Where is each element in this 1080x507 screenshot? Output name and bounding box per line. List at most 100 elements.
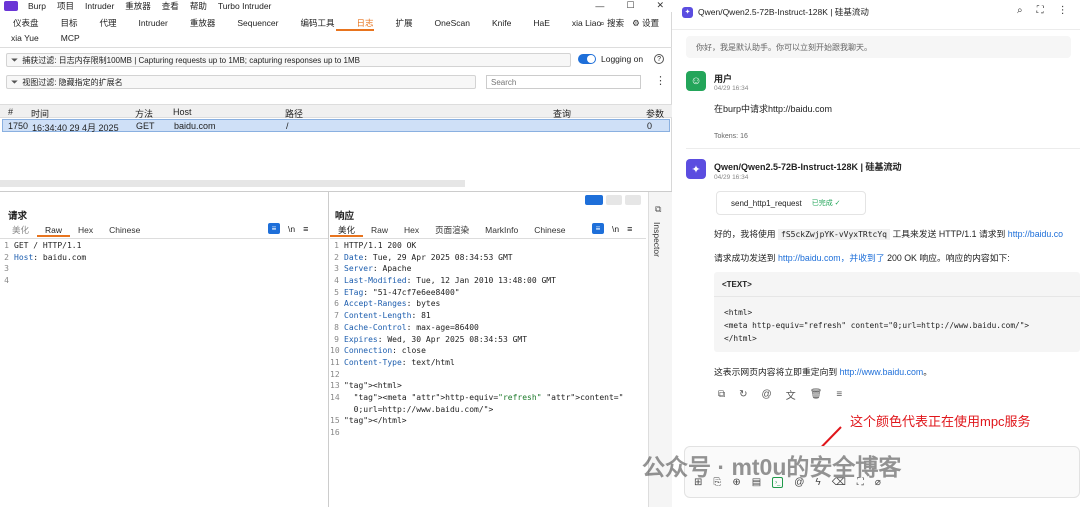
- token-count: Tokens: 16: [714, 133, 748, 140]
- line-number: 7: [334, 311, 339, 321]
- wrap-lines-icon[interactable]: ≡: [592, 223, 604, 234]
- tab-11[interactable]: HaE: [522, 18, 561, 28]
- bot-avatar: ✦: [686, 159, 706, 179]
- mention-icon[interactable]: @: [762, 389, 772, 400]
- view-tab[interactable]: 美化: [330, 223, 364, 237]
- chat-title: Qwen/Qwen2.5-72B-Instruct-128K | 硅基流动: [698, 7, 869, 17]
- menu-item[interactable]: Burp: [28, 1, 46, 11]
- more-icon[interactable]: ⋮: [1058, 5, 1068, 16]
- line-number: 11: [330, 357, 340, 367]
- horizontal-layout-icon[interactable]: [606, 195, 622, 205]
- view-tab[interactable]: Hex: [396, 223, 427, 237]
- view-tab[interactable]: Raw: [37, 223, 71, 237]
- logging-toggle[interactable]: [578, 54, 596, 64]
- col-index[interactable]: #: [8, 107, 13, 117]
- layout-switcher: [585, 195, 641, 205]
- settings-button[interactable]: ⚙ 设置: [632, 17, 659, 29]
- wrap-lines-icon[interactable]: ≡: [268, 223, 280, 234]
- menu-item[interactable]: 项目: [57, 0, 74, 12]
- menu-item[interactable]: Intruder: [85, 1, 114, 11]
- expand-icon[interactable]: ⛶: [1037, 5, 1044, 16]
- view-tab[interactable]: Hex: [70, 223, 101, 237]
- tab-2[interactable]: 代理: [89, 17, 128, 29]
- link[interactable]: http://www.baidu.com: [840, 367, 924, 377]
- split-layout-icon[interactable]: [585, 195, 603, 205]
- tab-6[interactable]: 编码工具: [289, 17, 345, 29]
- tab-1[interactable]: 目标: [50, 17, 89, 29]
- tab-0[interactable]: 仪表盘: [2, 17, 50, 29]
- ext-tab-1[interactable]: MCP: [50, 33, 91, 43]
- annotation-text: 这个颜色代表正在使用mpc服务: [850, 414, 1031, 429]
- user-name: 用户: [714, 74, 733, 84]
- horizontal-scrollbar[interactable]: [0, 180, 465, 187]
- close-icon[interactable]: ✕: [656, 0, 664, 11]
- tab-5[interactable]: Sequencer: [226, 18, 289, 28]
- minimize-icon[interactable]: —: [595, 1, 604, 11]
- search-button[interactable]: ⌕ 搜索: [600, 17, 624, 29]
- view-tab[interactable]: Chinese: [526, 223, 573, 237]
- response-editor[interactable]: 1 HTTP/1.1 200 OK 2 Date: Tue, 29 Apr 2025 …: [330, 240, 646, 439]
- menu-item[interactable]: 查看: [162, 0, 179, 12]
- model-logo-icon: ✦: [682, 6, 693, 18]
- menu-icon[interactable]: ≡: [627, 224, 632, 234]
- capture-filter-bar[interactable]: ⏷ 捕获过滤: 日志内存限制100MB | Capturing requests…: [6, 53, 571, 67]
- maximize-icon[interactable]: ☐: [626, 0, 634, 11]
- search-icon: ⌕: [600, 17, 605, 28]
- tab-4[interactable]: 重放器: [179, 17, 227, 29]
- line-text: Host: baidu.com: [14, 252, 87, 262]
- menu-item[interactable]: 重放器: [125, 0, 151, 12]
- code-content: <html> <meta http-equiv="refresh" content…: [724, 306, 1029, 345]
- user-avatar: ☺: [686, 71, 706, 91]
- tab-10[interactable]: Knife: [481, 18, 522, 28]
- active-tab-indicator: [336, 29, 374, 31]
- newline-toggle[interactable]: \n: [612, 224, 619, 234]
- menu-item[interactable]: Turbo Intruder: [218, 1, 272, 11]
- copy-icon[interactable]: ⧉: [718, 389, 725, 400]
- menu-item[interactable]: 帮助: [190, 0, 207, 12]
- view-tab[interactable]: Chinese: [101, 223, 148, 237]
- tab-9[interactable]: OneScan: [424, 18, 481, 28]
- tab-8[interactable]: 扩展: [385, 17, 424, 29]
- link[interactable]: http://baidu.com: [778, 253, 841, 263]
- view-tab[interactable]: 美化: [4, 223, 37, 237]
- single-layout-icon[interactable]: [625, 195, 641, 205]
- help-icon[interactable]: ?: [654, 54, 665, 64]
- table-row[interactable]: 1750 16:34:40 29 4月 2025 GET baidu.com /…: [2, 119, 670, 133]
- tab-7[interactable]: 日志: [346, 17, 385, 29]
- regenerate-icon[interactable]: ↻: [739, 389, 747, 400]
- newline-toggle[interactable]: \n: [288, 224, 295, 234]
- line-number: 16: [330, 428, 340, 437]
- line-text: Accept-Ranges: bytes: [344, 299, 441, 309]
- code-line: </html>: [724, 334, 757, 343]
- bot-paragraph-3: 这表示网页内容将立即重定向到 http://www.baidu.com。: [714, 367, 933, 377]
- line-number: 4: [334, 276, 339, 286]
- watermark: 公众号 · mt0u的安全博客: [642, 454, 902, 480]
- request-editor[interactable]: 1 GET / HTTP/1.1 2 Host: baidu.com 3 4: [0, 240, 328, 287]
- menu-icon[interactable]: ≡: [836, 389, 842, 400]
- tab-3[interactable]: Intruder: [128, 18, 179, 28]
- view-tab[interactable]: 页面渲染: [427, 223, 477, 237]
- bot-paragraph-2: 请求成功发送到 http://baidu.com，并收到了 200 OK 响应。…: [714, 253, 1010, 263]
- chat-window: ✦ Qwen/Qwen2.5-72B-Instruct-128K | 硅基流动 …: [642, 0, 1080, 507]
- line-number: 10: [330, 346, 340, 356]
- ext-tab-0[interactable]: xia Yue: [0, 33, 50, 43]
- line-text: "tag"></html>: [344, 416, 407, 426]
- inspector-label: Inspector: [652, 222, 662, 257]
- search-icon[interactable]: ⌕: [1017, 5, 1023, 16]
- more-options-icon[interactable]: ⋮: [655, 74, 666, 87]
- view-tab[interactable]: MarkInfo: [477, 223, 526, 237]
- link[interactable]: http://baidu.co: [1008, 229, 1063, 239]
- tool-call-card[interactable]: send_http1_request 已完成 ✓: [716, 191, 866, 215]
- delete-icon[interactable]: 🗑: [810, 389, 823, 400]
- search-input[interactable]: [486, 75, 641, 89]
- view-tab[interactable]: Raw: [363, 223, 396, 237]
- col-host[interactable]: Host: [173, 107, 192, 117]
- editor-line: 3: [0, 263, 328, 275]
- line-text: Content-Length: 81: [344, 311, 431, 321]
- menu-icon[interactable]: ≡: [303, 224, 308, 234]
- editor-line: 4 Last-Modified: Tue, 12 Jan 2010 13:48:0…: [330, 275, 646, 287]
- tool-name: send_http1_request: [731, 198, 802, 208]
- inline-code: fS5ckZwjpYK-vVyxTRtcYq: [778, 229, 890, 240]
- translate-icon[interactable]: 文: [786, 387, 796, 402]
- view-filter-bar[interactable]: ⏷ 视图过滤: 隐藏指定的扩展名: [6, 75, 476, 89]
